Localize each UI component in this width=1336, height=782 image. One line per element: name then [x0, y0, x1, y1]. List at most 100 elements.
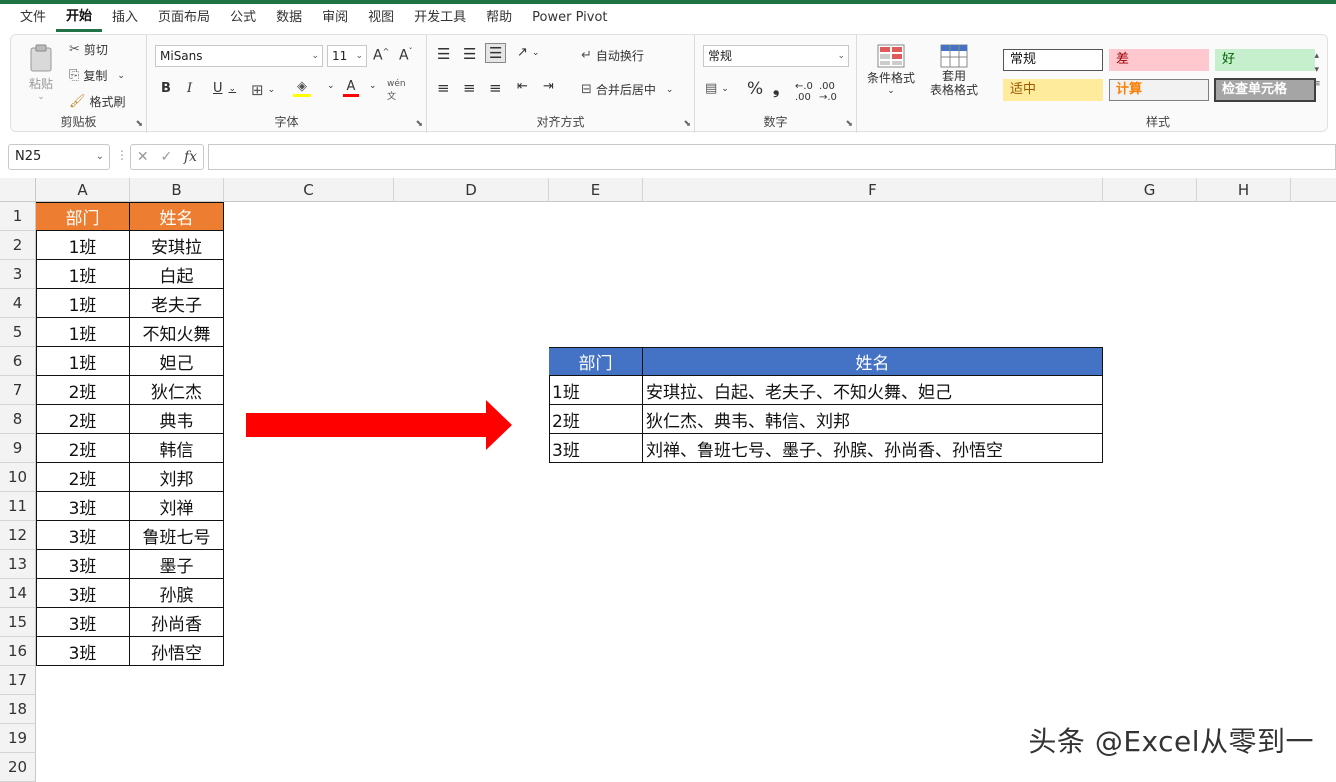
row-header[interactable]: 16 — [0, 637, 36, 666]
menu-tab[interactable]: 插入 — [102, 4, 148, 32]
gallery-more-icon[interactable]: ≡ — [1313, 77, 1321, 91]
source-cell[interactable]: 2班 — [36, 405, 130, 434]
format-as-table-button[interactable]: 套用 表格格式 — [921, 43, 987, 97]
column-header[interactable]: B — [130, 178, 224, 202]
result-header-cell[interactable]: 部门 — [549, 347, 643, 376]
cut-button[interactable]: ✂ 剪切 — [69, 41, 108, 58]
source-cell[interactable]: 1班 — [36, 289, 130, 318]
column-header[interactable]: D — [394, 178, 549, 202]
row-header[interactable]: 4 — [0, 289, 36, 318]
result-cell[interactable]: 狄仁杰、典韦、韩信、刘邦 — [643, 405, 1103, 434]
cell-style-option[interactable]: 适中 — [1003, 79, 1103, 101]
fill-color-button[interactable]: ◈ — [293, 79, 311, 97]
source-cell[interactable]: 3班 — [36, 492, 130, 521]
row-header[interactable]: 5 — [0, 318, 36, 347]
menu-tab[interactable]: 页面布局 — [148, 4, 220, 32]
row-header[interactable]: 11 — [0, 492, 36, 521]
italic-button[interactable]: I — [187, 81, 192, 96]
source-cell[interactable]: 3班 — [36, 521, 130, 550]
currency-button[interactable]: ▤ ⌄ — [705, 81, 729, 96]
source-cell[interactable]: 墨子 — [130, 550, 224, 579]
row-header[interactable]: 20 — [0, 753, 36, 782]
font-color-button[interactable]: A — [343, 79, 359, 97]
result-cell[interactable]: 安琪拉、白起、老夫子、不知火舞、妲己 — [643, 376, 1103, 405]
chevron-down-icon[interactable]: ▾ — [1315, 63, 1320, 77]
column-header[interactable]: C — [224, 178, 394, 202]
underline-button[interactable]: U ⌄ — [213, 81, 236, 96]
chevron-down-icon[interactable]: ⌄ — [327, 81, 335, 91]
format-painter-button[interactable]: 🖌 格式刷 — [69, 93, 126, 110]
cancel-icon[interactable]: ✕ — [137, 149, 149, 165]
source-cell[interactable]: 孙尚香 — [130, 608, 224, 637]
source-cell[interactable]: 老夫子 — [130, 289, 224, 318]
bold-button[interactable]: B — [161, 81, 171, 96]
source-cell[interactable]: 孙悟空 — [130, 637, 224, 666]
source-cell[interactable]: 3班 — [36, 637, 130, 666]
source-cell[interactable]: 不知火舞 — [130, 318, 224, 347]
source-cell[interactable]: 2班 — [36, 463, 130, 492]
row-header[interactable]: 17 — [0, 666, 36, 695]
wrap-text-button[interactable]: ↵ 自动换行 — [581, 47, 644, 64]
source-cell[interactable]: 2班 — [36, 434, 130, 463]
dialog-launcher-icon[interactable]: ⬊ — [845, 119, 853, 129]
number-format-select[interactable]: 常规 ⌄ — [703, 45, 849, 67]
row-header[interactable]: 9 — [0, 434, 36, 463]
source-cell[interactable]: 3班 — [36, 579, 130, 608]
source-cell[interactable]: 孙膑 — [130, 579, 224, 608]
cell-style-option[interactable]: 检查单元格 — [1214, 78, 1316, 102]
menu-tab[interactable]: 公式 — [220, 4, 266, 32]
source-cell[interactable]: 妲己 — [130, 347, 224, 376]
source-cell[interactable]: 狄仁杰 — [130, 376, 224, 405]
result-cell[interactable]: 刘禅、鲁班七号、墨子、孙膑、孙尚香、孙悟空 — [643, 434, 1103, 463]
source-cell[interactable]: 刘禅 — [130, 492, 224, 521]
result-cell[interactable]: 2班 — [549, 405, 643, 434]
source-cell[interactable]: 3班 — [36, 608, 130, 637]
menu-tab[interactable]: 数据 — [266, 4, 312, 32]
source-cell[interactable]: 安琪拉 — [130, 231, 224, 260]
row-header[interactable]: 18 — [0, 695, 36, 724]
column-header[interactable]: A — [36, 178, 130, 202]
orientation-button[interactable]: ↗ ⌄ — [517, 45, 539, 60]
source-cell[interactable]: 白起 — [130, 260, 224, 289]
border-button[interactable]: ⊞ ⌄ — [251, 81, 275, 99]
name-box[interactable]: N25 ⌄ — [8, 144, 110, 170]
phonetic-button[interactable]: wén 文 — [387, 79, 406, 102]
cell-style-option[interactable]: 好 — [1215, 49, 1315, 71]
decrease-decimal-button[interactable]: .00 →.0 — [819, 81, 837, 103]
menu-tab[interactable]: 文件 — [10, 4, 56, 32]
merge-center-button[interactable]: ⊟ 合并后居中 ⌄ — [581, 81, 673, 98]
source-cell[interactable]: 3班 — [36, 550, 130, 579]
source-cell[interactable]: 鲁班七号 — [130, 521, 224, 550]
align-left-button[interactable]: ≡ — [437, 79, 450, 97]
row-header[interactable]: 2 — [0, 231, 36, 260]
menu-tab[interactable]: Power Pivot — [522, 4, 617, 32]
gallery-scroll-buttons[interactable]: ▴ ▾ ≡ — [1313, 49, 1321, 91]
menu-tab[interactable]: 开发工具 — [404, 4, 476, 32]
decrease-indent-button[interactable]: ⇤ — [517, 79, 528, 94]
row-header[interactable]: 7 — [0, 376, 36, 405]
source-cell[interactable]: 韩信 — [130, 434, 224, 463]
source-cell[interactable]: 1班 — [36, 260, 130, 289]
dialog-launcher-icon[interactable]: ⬊ — [683, 119, 691, 129]
source-cell[interactable]: 2班 — [36, 376, 130, 405]
result-cell[interactable]: 3班 — [549, 434, 643, 463]
percent-button[interactable]: % — [747, 79, 763, 99]
paste-button[interactable]: 粘贴 ⌄ — [23, 43, 59, 102]
function-icon[interactable]: fx — [184, 149, 197, 165]
source-header-cell[interactable]: 部门 — [36, 202, 130, 231]
conditional-format-button[interactable]: 条件格式 ⌄ — [865, 43, 917, 96]
row-header[interactable]: 14 — [0, 579, 36, 608]
chevron-down-icon[interactable]: ⌄ — [369, 81, 377, 91]
column-header[interactable]: F — [643, 178, 1103, 202]
row-header[interactable]: 13 — [0, 550, 36, 579]
column-header[interactable] — [1291, 178, 1336, 202]
result-header-cell[interactable]: 姓名 — [643, 347, 1103, 376]
chevron-up-icon[interactable]: ▴ — [1315, 49, 1320, 63]
cell-style-option[interactable]: 差 — [1109, 49, 1209, 71]
grow-font-button[interactable]: A^ — [373, 47, 389, 64]
column-header[interactable]: H — [1197, 178, 1291, 202]
row-header[interactable]: 12 — [0, 521, 36, 550]
row-header[interactable]: 1 — [0, 202, 36, 231]
confirm-icon[interactable]: ✓ — [160, 149, 172, 165]
align-middle-button[interactable]: ☰ — [463, 45, 476, 63]
